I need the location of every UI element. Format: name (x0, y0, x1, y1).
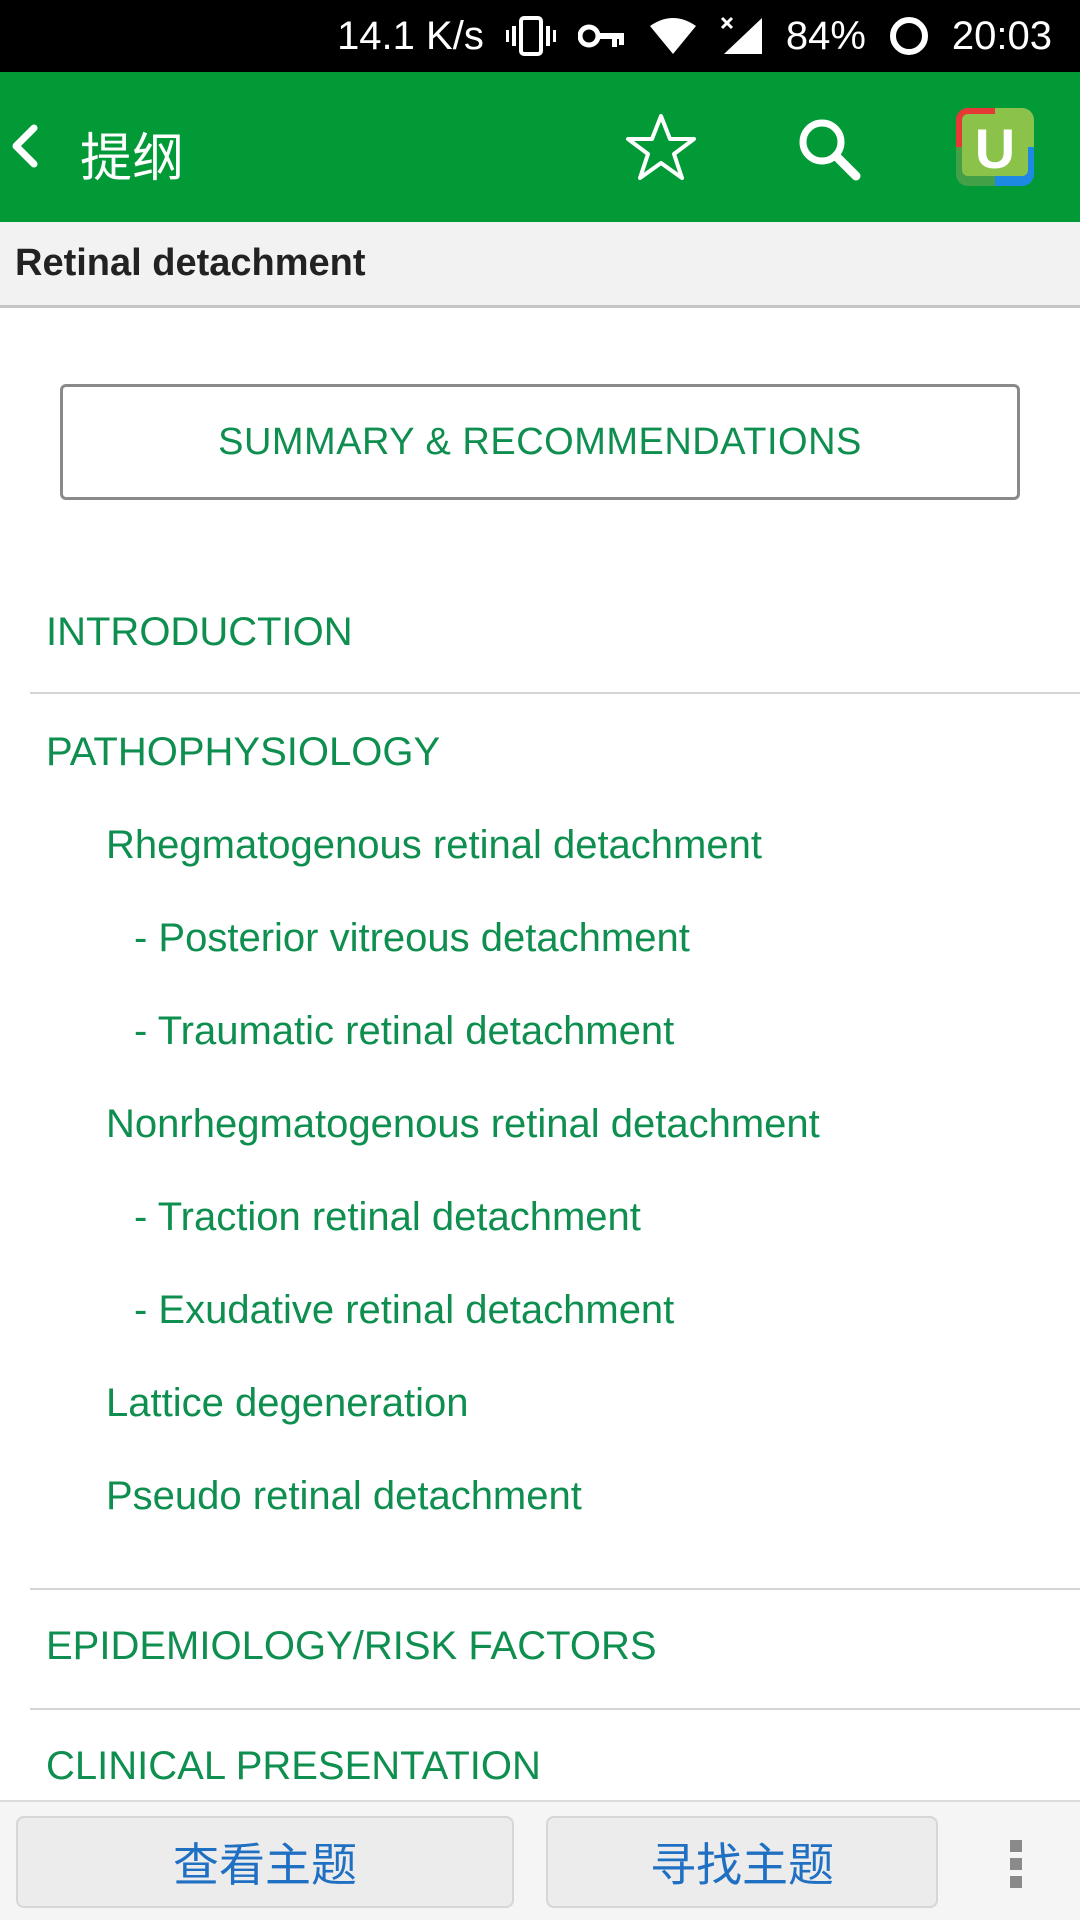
outline-traction[interactable]: - Traction retinal detachment (134, 1195, 641, 1240)
bottom-bar: 查看主题 寻找主题 (0, 1800, 1080, 1920)
clock: 20:03 (951, 13, 1052, 58)
back-icon[interactable] (6, 122, 46, 170)
key-icon (577, 21, 626, 51)
outline-exudative[interactable]: - Exudative retinal detachment (134, 1288, 674, 1333)
app-logo-letter: U (975, 117, 1015, 180)
outline-rhegmatogenous[interactable]: Rhegmatogenous retinal detachment (106, 823, 762, 868)
topic-title: Retinal detachment (15, 242, 366, 284)
outline-pathophysiology[interactable]: PATHOPHYSIOLOGY (46, 730, 440, 775)
outline-traumatic[interactable]: - Traumatic retinal detachment (134, 1009, 674, 1054)
battery-level: 84% (785, 13, 866, 58)
view-topic-button[interactable]: 查看主题 (16, 1816, 514, 1908)
outline-pseudo[interactable]: Pseudo retinal detachment (106, 1474, 582, 1519)
search-icon[interactable] (796, 116, 862, 182)
divider (30, 1708, 1080, 1710)
divider (30, 692, 1080, 694)
outline-introduction[interactable]: INTRODUCTION (46, 610, 353, 655)
battery-icon (888, 15, 930, 57)
summary-recommendations-button[interactable]: SUMMARY & RECOMMENDATIONS (60, 384, 1020, 500)
topic-header: Retinal detachment (0, 222, 1080, 308)
signal-icon (720, 16, 764, 56)
app-logo[interactable]: U (956, 108, 1034, 186)
vibrate-icon (505, 16, 556, 56)
outline-clinical-presentation[interactable]: CLINICAL PRESENTATION (46, 1744, 541, 1789)
outline-nonrhegmatogenous[interactable]: Nonrhegmatogenous retinal detachment (106, 1102, 820, 1147)
divider (30, 1588, 1080, 1590)
wifi-icon (648, 16, 698, 56)
star-icon[interactable] (624, 112, 698, 184)
more-options-icon[interactable] (1006, 1838, 1026, 1890)
app-title: 提纲 (80, 129, 185, 189)
outline-epidemiology[interactable]: EPIDEMIOLOGY/RISK FACTORS (46, 1624, 657, 1669)
outline-lattice[interactable]: Lattice degeneration (106, 1381, 469, 1426)
find-topic-button[interactable]: 寻找主题 (546, 1816, 938, 1908)
outline-posterior-vitreous[interactable]: - Posterior vitreous detachment (134, 916, 690, 961)
status-bar: 14.1 K/s 84% 20:03 (0, 0, 1080, 72)
network-speed: 14.1 K/s (337, 13, 484, 58)
app-bar: 提纲 U (0, 72, 1080, 222)
